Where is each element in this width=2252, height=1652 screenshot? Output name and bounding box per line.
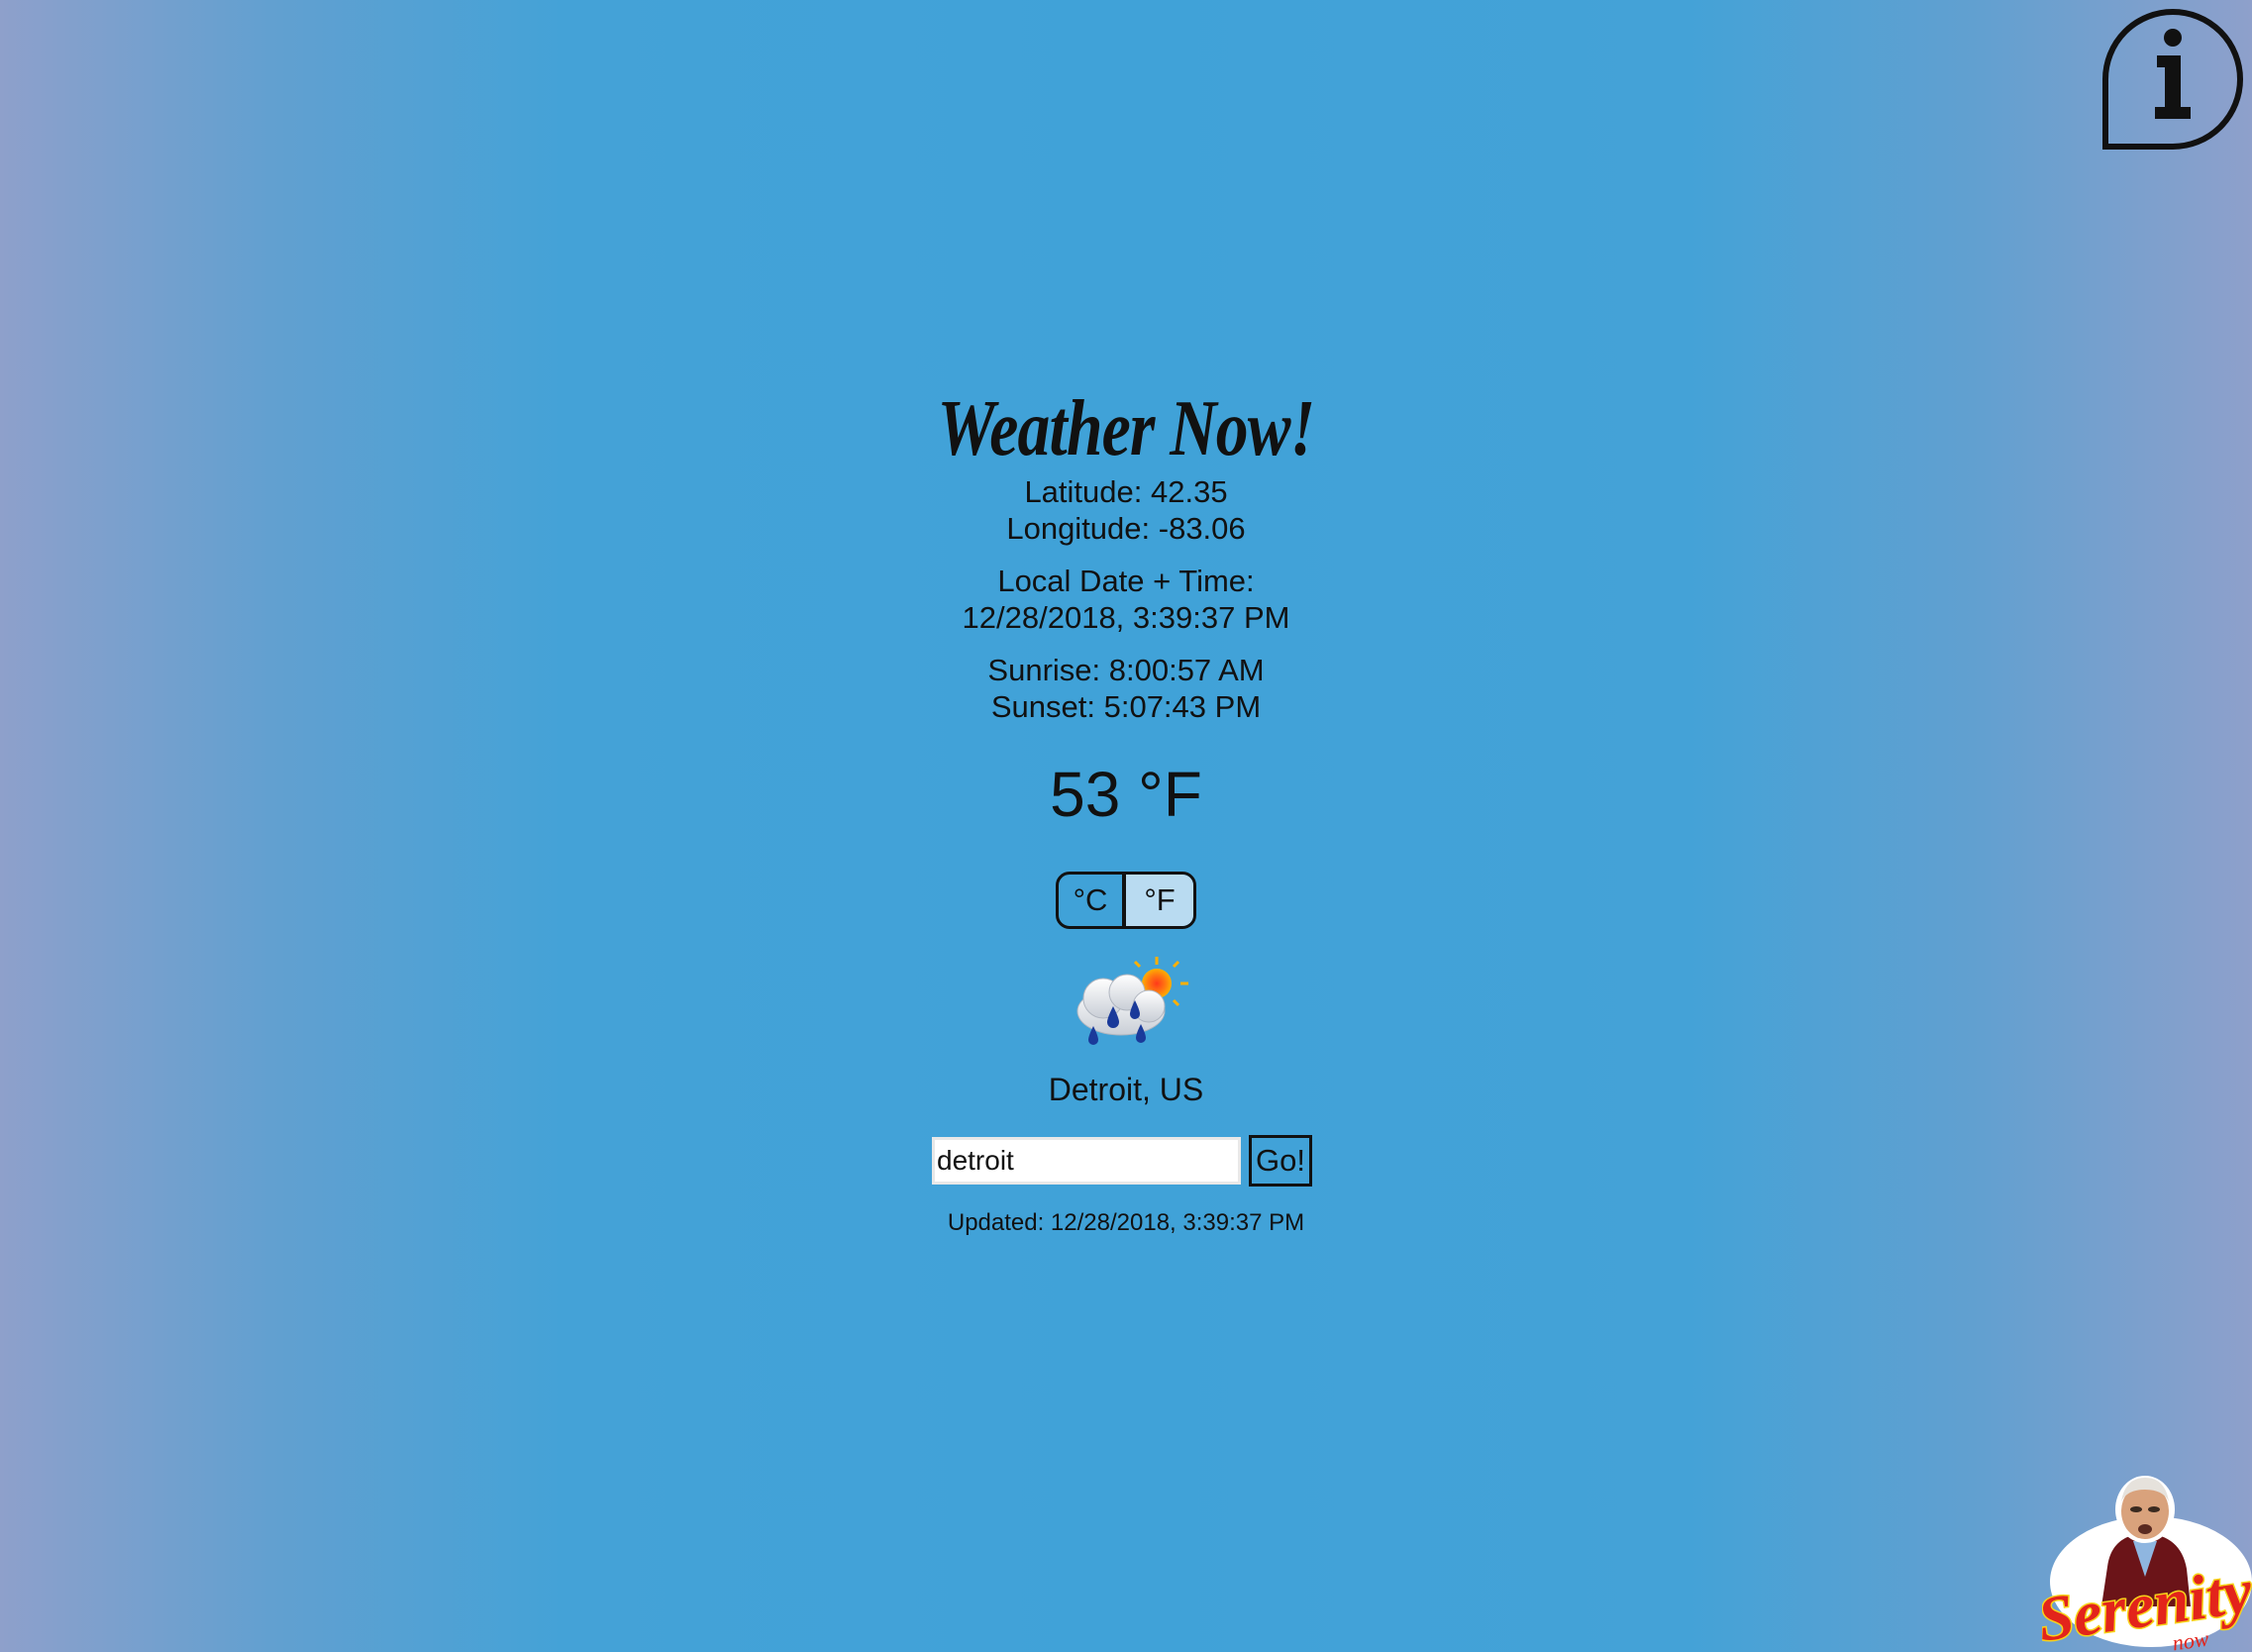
logo-subtext: now — [2171, 1626, 2210, 1652]
temperature-display: 53 °F — [1050, 759, 1202, 830]
serenity-now-image: Serenity now — [2042, 1476, 2252, 1652]
sunrise-text: Sunrise: 8:00:57 AM — [987, 653, 1265, 687]
latitude-text: Latitude: 42.35 — [1024, 474, 1228, 509]
longitude-text: Longitude: -83.06 — [1006, 511, 1246, 546]
unit-toggle: °C °F — [1056, 872, 1196, 929]
fahrenheit-button[interactable]: °F — [1126, 875, 1193, 926]
rain-with-sun-icon — [1076, 957, 1188, 1045]
celsius-button[interactable]: °C — [1059, 875, 1126, 926]
info-button[interactable] — [2101, 8, 2244, 151]
location-name: Detroit, US — [1048, 1072, 1204, 1107]
info-icon — [2102, 9, 2243, 150]
search-form: Go! — [0, 1135, 2248, 1187]
weather-panel: Weather Now! Latitude: 42.35 Longitude: … — [0, 384, 2252, 1238]
go-button[interactable]: Go! — [1249, 1135, 1312, 1187]
sunset-text: Sunset: 5:07:43 PM — [990, 689, 1262, 724]
city-search-input[interactable] — [932, 1137, 1241, 1185]
local-time-value: 12/28/2018, 3:39:37 PM — [962, 600, 1290, 635]
serenity-now-logo[interactable]: Serenity now — [2042, 1458, 2252, 1652]
local-time-label: Local Date + Time: — [997, 564, 1255, 598]
updated-timestamp: Updated: 12/28/2018, 3:39:37 PM — [947, 1209, 1305, 1236]
app-title: Weather Now! — [937, 385, 1316, 472]
